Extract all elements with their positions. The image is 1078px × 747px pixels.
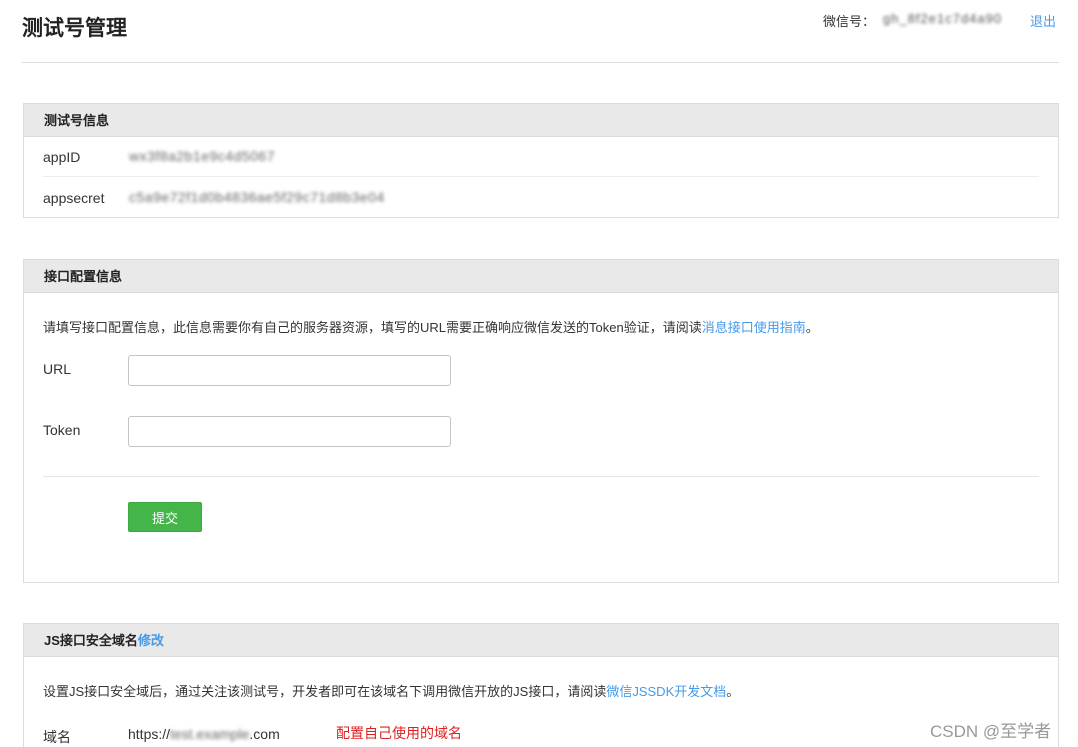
token-input[interactable] [128, 416, 451, 447]
test-account-panel-title: 测试号信息 [24, 104, 1058, 137]
domain-suffix: .com [249, 726, 280, 742]
wechat-id-label: 微信号： [823, 14, 876, 29]
form-divider [43, 476, 1039, 477]
js-domain-edit-link[interactable]: 修改 [138, 633, 164, 648]
js-domain-title-text: JS接口安全域名 [44, 633, 138, 648]
js-domain-panel: JS接口安全域名修改 设置JS接口安全域后，通过关注该测试号，开发者即可在该域名… [23, 623, 1059, 747]
url-input[interactable] [128, 355, 451, 386]
token-label: Token [43, 422, 81, 438]
appsecret-label: appsecret [43, 190, 105, 206]
page-title: 测试号管理 [22, 17, 127, 40]
message-api-guide-link[interactable]: 消息接口使用指南 [702, 320, 806, 335]
interface-config-desc-end: 。 [805, 320, 819, 335]
interface-config-desc-text: 请填写接口配置信息，此信息需要你有自己的服务器资源，填写的URL需要正确响应微信… [43, 320, 702, 335]
appid-label: appID [43, 149, 81, 165]
appid-row: appID wx3f8a2b1e9c4d5067 [43, 137, 1039, 177]
js-domain-desc-text: 设置JS接口安全域后，通过关注该测试号，开发者即可在该域名下调用微信开放的JS接… [43, 684, 607, 699]
page-header: 测试号管理 微信号： gh_8f2e1c7d4a90 退出 [22, 0, 1059, 63]
appsecret-value: c5a9e72f1d0b4836ae5f29c71d8b3e04 [129, 189, 385, 205]
wechat-id-value: gh_8f2e1c7d4a90 [883, 11, 1003, 26]
js-domain-panel-title: JS接口安全域名修改 [24, 624, 1058, 657]
domain-hidden-part: test.example [170, 726, 250, 742]
appsecret-row: appsecret c5a9e72f1d0b4836ae5f29c71d8b3e… [43, 178, 1039, 218]
url-label: URL [43, 361, 72, 377]
appid-value: wx3f8a2b1e9c4d5067 [129, 148, 276, 164]
logout-link[interactable]: 退出 [1030, 11, 1056, 30]
jssdk-docs-link[interactable]: 微信JSSDK开发文档 [606, 684, 726, 699]
domain-annotation: 配置自己使用的域名 [336, 725, 462, 741]
domain-value: https://test.example.com [128, 726, 280, 742]
interface-config-panel: 接口配置信息 请填写接口配置信息，此信息需要你有自己的服务器资源，填写的URL需… [23, 259, 1059, 583]
interface-config-panel-title: 接口配置信息 [24, 260, 1058, 293]
test-account-panel: 测试号信息 appID wx3f8a2b1e9c4d5067 appsecret… [23, 103, 1059, 218]
interface-config-description: 请填写接口配置信息，此信息需要你有自己的服务器资源，填写的URL需要正确响应微信… [43, 317, 819, 336]
js-domain-description: 设置JS接口安全域后，通过关注该测试号，开发者即可在该域名下调用微信开放的JS接… [43, 681, 739, 700]
domain-prefix: https:// [128, 726, 171, 742]
csdn-watermark: CSDN @至学者 [930, 722, 1052, 741]
domain-label: 域名 [43, 729, 71, 745]
submit-button[interactable]: 提交 [128, 502, 202, 532]
js-domain-desc-end: 。 [726, 684, 740, 699]
